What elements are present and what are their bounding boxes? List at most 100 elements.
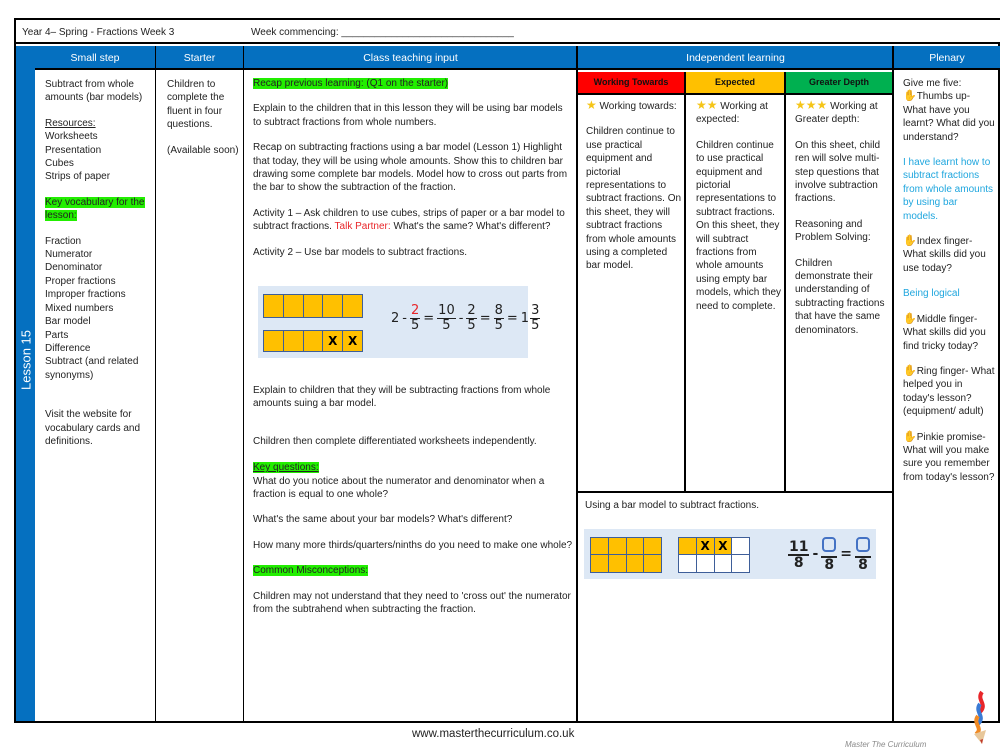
website-note: Visit the website for vocabulary cards a… [45,409,141,447]
level-description: Children demonstrate their understanding… [795,257,885,336]
eq-equals: = [423,310,435,326]
grid-cell-empty [679,555,697,572]
divider [578,491,893,493]
header-plenary: Plenary [894,46,1000,70]
divider [784,72,786,492]
teaching-paragraph: Recap on subtracting fractions using a b… [253,142,568,194]
example-equation: 11 8 - 8 = 8 [788,537,872,573]
bar-part [283,295,304,317]
fraction: 25 [466,304,477,333]
divider [243,46,244,721]
working-towards-cell: ★ Working towards: Children continue to … [586,98,682,273]
resource-item: Worksheets [45,131,98,143]
bar-whole-crossed: X X [263,330,363,352]
fraction-blank: 8 [821,537,838,573]
bar-part [343,295,362,317]
plenary-index: ✋Index finger- What skills did you use t… [903,235,995,275]
denominator: 8 [793,554,804,571]
eq-whole: 2 [391,310,400,326]
level-description: On this sheet, child ren will solve mult… [795,139,881,205]
answer-box[interactable] [822,537,837,552]
lesson-label: Lesson 15 [16,300,35,420]
level-working-towards: Working Towards [578,72,684,93]
vocab-item: Proper fractions [45,275,116,287]
eq-equals: = [840,545,853,562]
teaching-paragraph: Explain to the children that in this les… [253,103,563,128]
grid-row [591,538,661,555]
example-bar-model: X X [584,529,776,579]
header-small-step: Small step [35,46,155,70]
grid-cell-crossed: X [696,538,715,554]
denominator: 5 [494,318,503,333]
numerator: 11 [788,538,810,556]
grid-cell-crossed: X [714,538,733,554]
vocab-item: Mixed numbers [45,302,114,314]
eq-equals: = [506,310,518,326]
misconceptions-heading: Common Misconceptions: [253,565,369,577]
key-question: What do you notice about the numerator a… [253,475,545,501]
greater-depth-cell: ★★★ Working at Greater depth: On this sh… [795,98,889,337]
numerator: 3 [530,303,541,319]
level-heading: Working towards: [599,101,677,112]
divider [576,46,578,721]
divider [892,46,894,721]
grid-whole [590,537,662,573]
key-question: What's the same about your bar models? W… [253,514,513,526]
bar-part [264,331,284,351]
hand-icon: ✋ [903,430,917,443]
small-step-cell: Subtract from whole amounts (bar models)… [45,78,153,448]
level-description: Reasoning and Problem Solving: [795,218,871,244]
plenary-middle: ✋Middle finger- What skills did you find… [903,313,995,353]
footer-url[interactable]: www.masterthecurriculum.co.uk [412,728,574,742]
grid-cell [591,538,609,554]
bar-part-crossed: X [323,331,344,351]
grid-cell [608,538,627,554]
denominator: 5 [442,318,451,333]
resource-item: Presentation [45,144,102,156]
star-icon: ★★★ [795,98,828,112]
hand-icon: ✋ [903,90,917,103]
week-commencing: Week commencing: _______________________… [251,27,514,38]
plenary-prompt: Ring finger- What helped you in today's … [903,365,995,418]
key-questions-heading: Key questions: [253,462,319,474]
activity-2: Activity 2 – Use bar models to subtract … [253,246,467,258]
vocab-item: Denominator [45,262,103,274]
bar-part [303,295,324,317]
fraction: 25 [409,304,421,333]
activity-1-question: What's the same? What's different? [390,221,551,233]
resources-heading: Resources: [45,117,96,129]
bar-part [264,295,284,317]
denominator: 5 [410,318,420,333]
level-description: Children continue to use practical equip… [586,126,682,272]
star-icon: ★★ [696,98,718,112]
plenary-answer: I have learnt how to subtract fractions … [903,157,994,222]
grid-cell [608,555,627,572]
lesson-label-text: Lesson 15 [17,330,33,390]
fraction: 85 [493,304,504,333]
divider [578,93,893,95]
grid-row [591,555,661,572]
eq-minus: - [812,545,819,562]
denominator: 8 [858,557,868,573]
eq-minus: - [402,310,407,326]
grid-row [679,555,749,572]
answer-box[interactable] [856,537,871,552]
recap-heading: Recap previous learning: (Q1 on the star… [253,78,449,89]
bar-model-example: X X 2 - 25 = 10 5 - 25 = 85 = 1 35 [258,286,541,358]
numerator: 10 [437,303,456,319]
plenary-answer: Being logical [903,288,960,300]
denominator: 8 [824,557,835,573]
header-independent: Independent learning [578,46,893,70]
teaching-cell-lower: Explain to children that they will be su… [253,384,573,616]
eq-minus: - [458,310,464,326]
expected-cell: ★★ Working at expected: Children continu… [696,98,782,313]
hand-icon: ✋ [903,364,917,377]
key-question: How many more thirds/quarters/ninths do … [253,539,573,551]
star-icon: ★ [586,98,597,112]
divider [155,46,156,721]
vocab-item: Subtract (and related synonyms) [45,356,139,381]
teaching-paragraph: Explain to children that they will be su… [253,385,551,410]
plenary-intro: Give me five: [903,78,962,89]
resource-item: Cubes [45,158,74,170]
fraction: 10 5 [437,304,456,333]
